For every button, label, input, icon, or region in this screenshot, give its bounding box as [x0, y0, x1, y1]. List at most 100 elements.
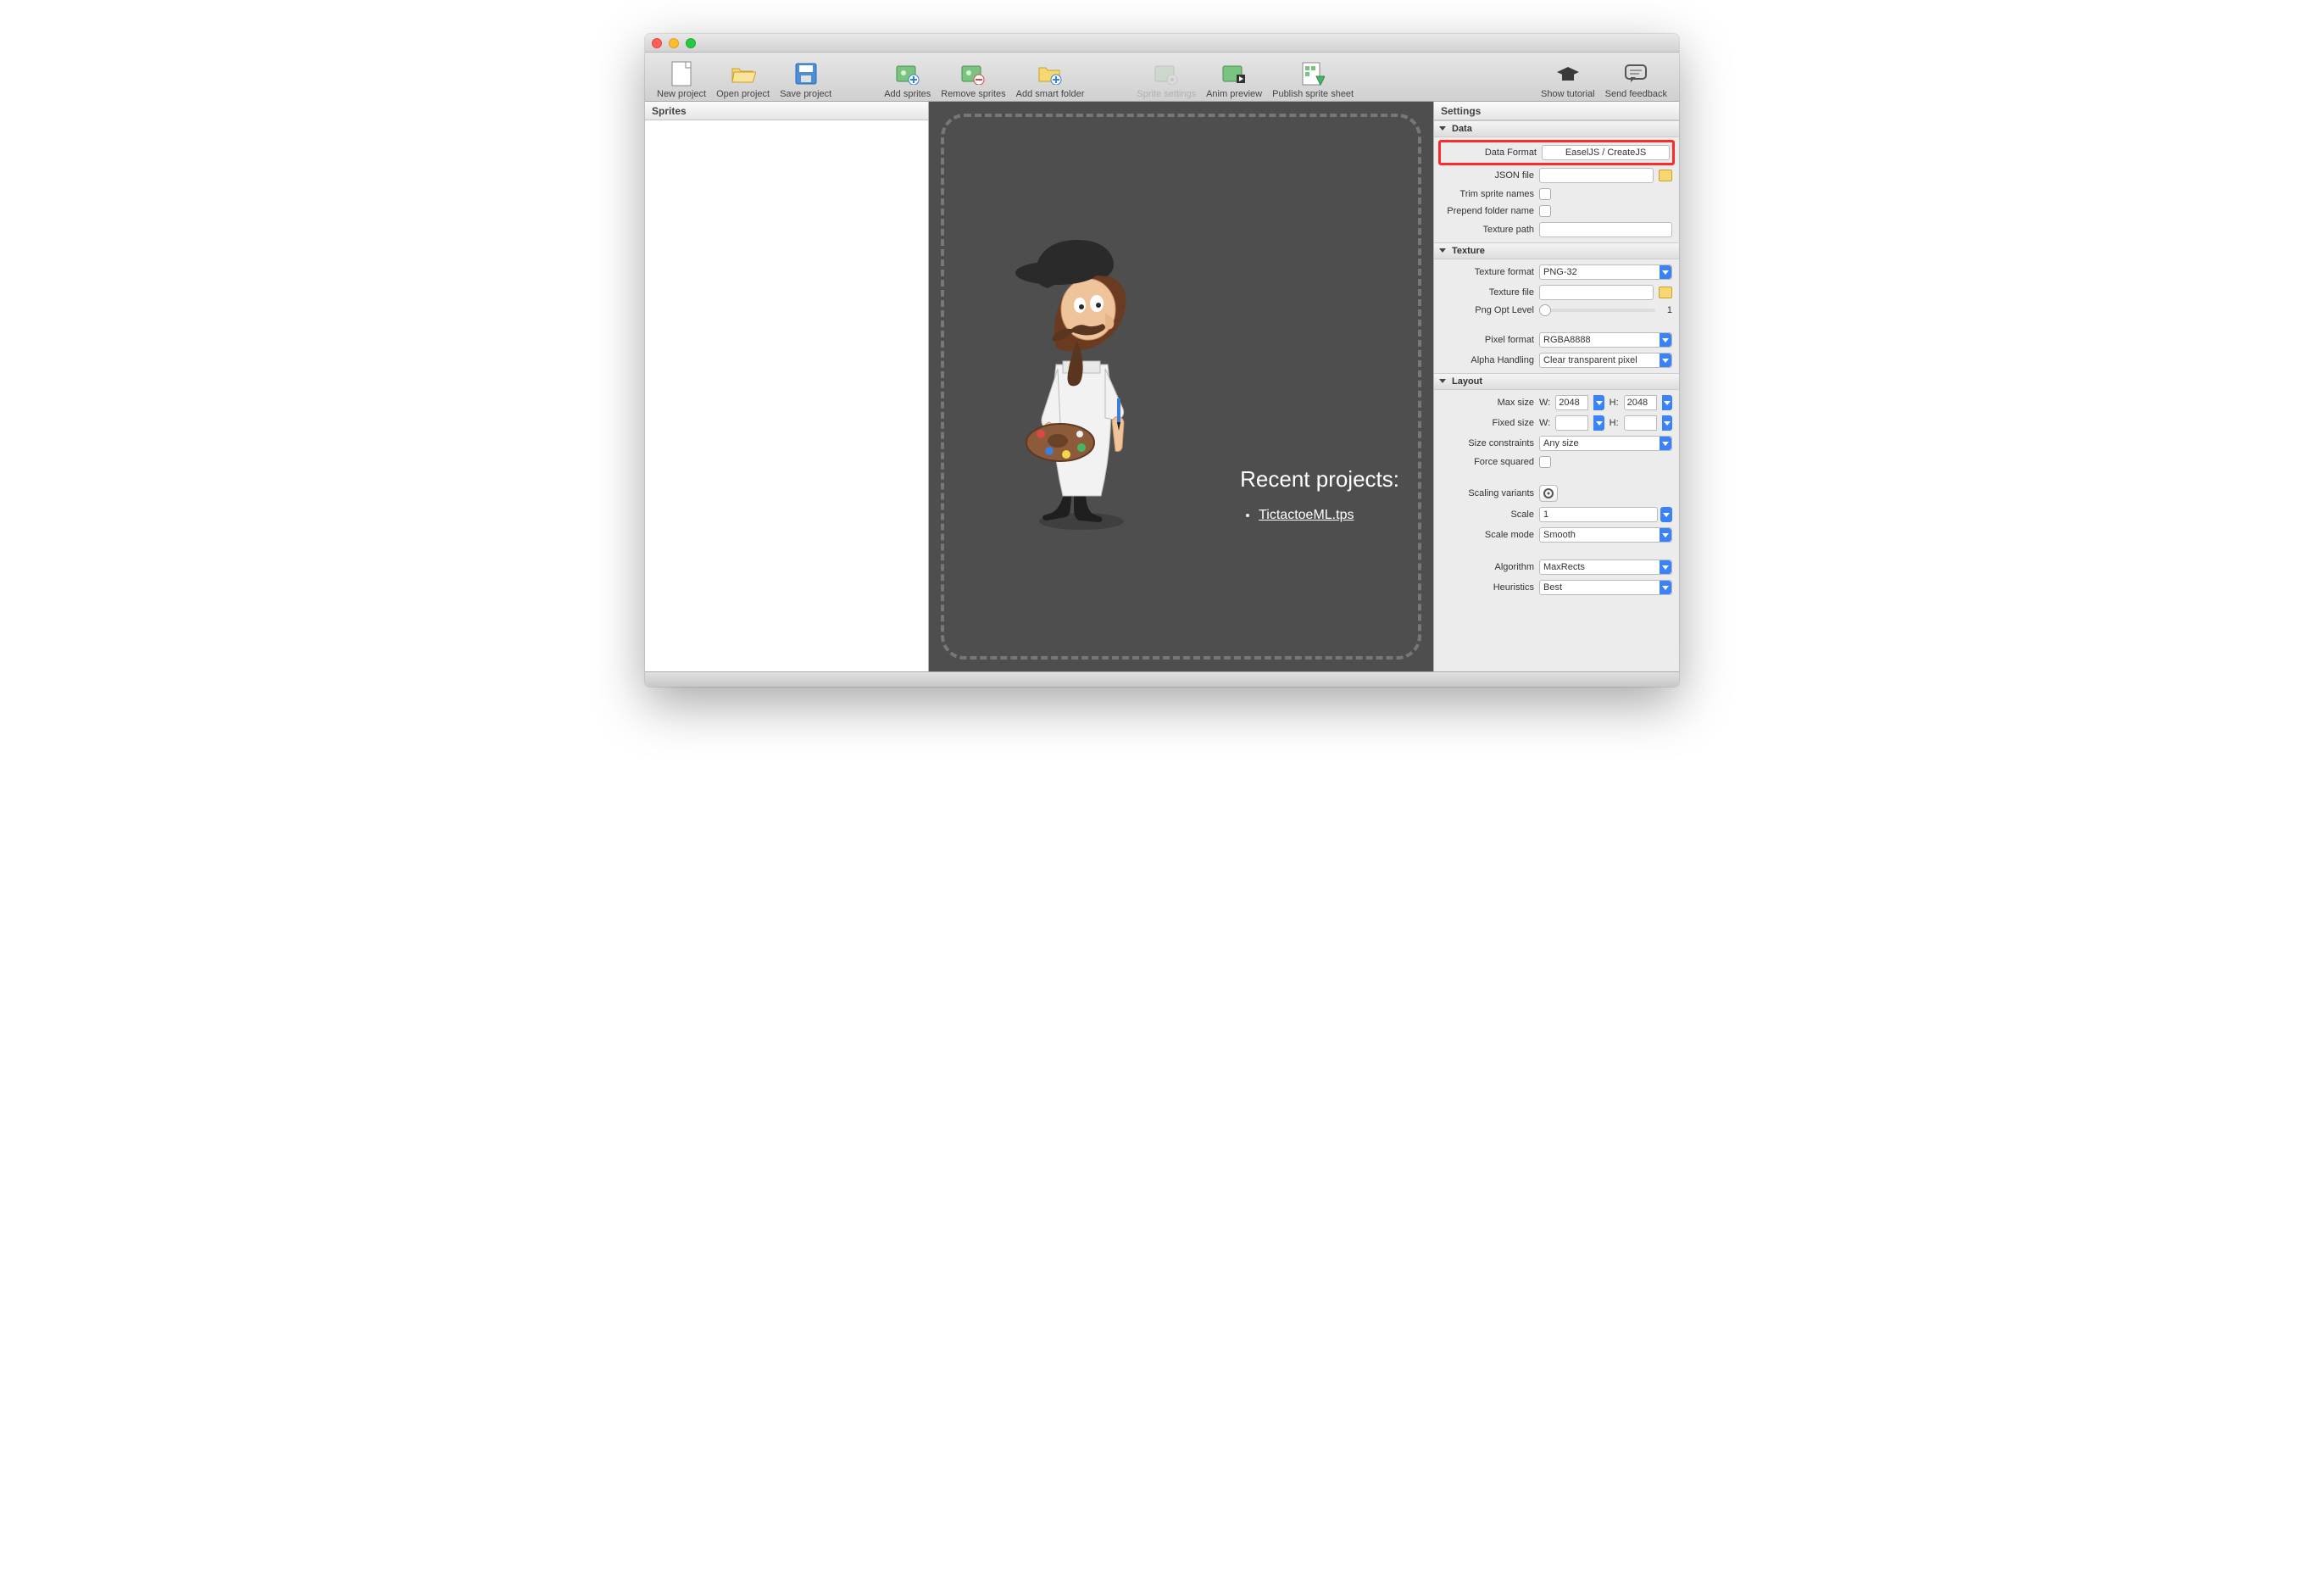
- chevron-down-icon: [1439, 248, 1446, 253]
- scale-mode-select[interactable]: Smooth: [1539, 527, 1672, 543]
- scale-mode-label: Scale mode: [1441, 530, 1534, 540]
- sprite-settings-icon: [1153, 60, 1180, 87]
- max-size-label: Max size: [1441, 398, 1534, 408]
- max-width-input[interactable]: 2048: [1555, 395, 1588, 410]
- folder-icon[interactable]: [1659, 170, 1672, 181]
- fixed-width-input[interactable]: [1555, 415, 1588, 431]
- sprites-list[interactable]: [645, 120, 928, 671]
- titlebar: [645, 34, 1679, 53]
- app-window: New project Open project Save project Ad…: [645, 34, 1679, 687]
- save-icon: [792, 60, 820, 87]
- toolbar-label: Open project: [716, 89, 770, 99]
- chevron-down-icon: [1439, 126, 1446, 131]
- anim-preview-icon: [1220, 60, 1248, 87]
- json-file-label: JSON file: [1441, 170, 1534, 181]
- png-opt-value: 1: [1660, 305, 1672, 315]
- toolbar-label: Add sprites: [884, 89, 931, 99]
- gear-icon: [1543, 488, 1554, 498]
- prepend-folder-label: Prepend folder name: [1441, 206, 1534, 216]
- publish-button[interactable]: Publish sprite sheet: [1267, 60, 1359, 99]
- toolbar-label: Show tutorial: [1541, 89, 1595, 99]
- pixel-format-select[interactable]: RGBA8888: [1539, 332, 1672, 348]
- heuristics-select[interactable]: Best: [1539, 580, 1672, 595]
- scale-stepper[interactable]: [1660, 507, 1672, 522]
- smart-folder-icon: [1037, 60, 1064, 87]
- folder-open-icon: [730, 60, 757, 87]
- scaling-variants-label: Scaling variants: [1441, 488, 1534, 498]
- max-height-input[interactable]: 2048: [1624, 395, 1657, 410]
- max-width-stepper[interactable]: [1593, 395, 1604, 410]
- fixed-size-label: Fixed size: [1441, 418, 1534, 428]
- png-opt-slider[interactable]: [1539, 309, 1655, 312]
- size-constraints-label: Size constraints: [1441, 438, 1534, 448]
- toolbar: New project Open project Save project Ad…: [645, 53, 1679, 102]
- png-opt-label: Png Opt Level: [1441, 305, 1534, 315]
- toolbar-label: Sprite settings: [1137, 89, 1196, 99]
- tutorial-icon: [1554, 60, 1582, 87]
- save-project-button[interactable]: Save project: [775, 60, 837, 99]
- texture-format-select[interactable]: PNG-32: [1539, 264, 1672, 280]
- add-sprites-button[interactable]: Add sprites: [879, 60, 936, 99]
- alpha-handling-label: Alpha Handling: [1441, 355, 1534, 365]
- sprite-settings-button: Sprite settings: [1131, 60, 1201, 99]
- add-smart-folder-button[interactable]: Add smart folder: [1011, 60, 1090, 99]
- algorithm-label: Algorithm: [1441, 562, 1534, 572]
- recent-projects: Recent projects: TictactoeML.tps: [1240, 466, 1399, 523]
- chevron-down-icon: [1439, 379, 1446, 383]
- section-data[interactable]: Data: [1434, 120, 1679, 137]
- fixed-height-stepper[interactable]: [1662, 415, 1672, 431]
- remove-sprites-button[interactable]: Remove sprites: [936, 60, 1010, 99]
- trim-names-checkbox[interactable]: [1539, 188, 1551, 200]
- scale-input[interactable]: 1: [1539, 507, 1658, 522]
- pixel-format-label: Pixel format: [1441, 335, 1534, 345]
- force-squared-label: Force squared: [1441, 457, 1534, 467]
- canvas-area[interactable]: Recent projects: TictactoeML.tps: [929, 102, 1433, 671]
- show-tutorial-button[interactable]: Show tutorial: [1536, 60, 1600, 99]
- max-height-stepper[interactable]: [1662, 395, 1672, 410]
- anim-preview-button[interactable]: Anim preview: [1201, 60, 1267, 99]
- sprites-panel: Sprites: [645, 102, 929, 671]
- folder-icon[interactable]: [1659, 287, 1672, 298]
- scaling-variants-button[interactable]: [1539, 485, 1558, 502]
- toolbar-label: Send feedback: [1605, 89, 1667, 99]
- settings-panel: Settings Data Data Format EaselJS / Crea…: [1433, 102, 1679, 671]
- alpha-handling-select[interactable]: Clear transparent pixel: [1539, 353, 1672, 368]
- texture-path-input[interactable]: [1539, 222, 1672, 237]
- open-project-button[interactable]: Open project: [711, 60, 775, 99]
- toolbar-label: Anim preview: [1206, 89, 1262, 99]
- publish-icon: [1299, 60, 1326, 87]
- fixed-height-input[interactable]: [1624, 415, 1657, 431]
- force-squared-checkbox[interactable]: [1539, 456, 1551, 468]
- algorithm-select[interactable]: MaxRects: [1539, 560, 1672, 575]
- texture-format-label: Texture format: [1441, 267, 1534, 277]
- texture-file-input[interactable]: [1539, 285, 1654, 300]
- status-bar: [645, 671, 1679, 687]
- texture-file-label: Texture file: [1441, 287, 1534, 298]
- toolbar-label: New project: [657, 89, 706, 99]
- toolbar-label: Add smart folder: [1016, 89, 1085, 99]
- section-layout[interactable]: Layout: [1434, 373, 1679, 390]
- feedback-icon: [1622, 60, 1649, 87]
- close-icon[interactable]: [652, 38, 662, 48]
- zoom-icon[interactable]: [686, 38, 696, 48]
- scale-label: Scale: [1441, 509, 1534, 520]
- new-project-button[interactable]: New project: [652, 60, 711, 99]
- send-feedback-button[interactable]: Send feedback: [1600, 60, 1672, 99]
- json-file-input[interactable]: [1539, 168, 1654, 183]
- heuristics-label: Heuristics: [1441, 582, 1534, 593]
- sprites-panel-title: Sprites: [645, 102, 928, 120]
- size-constraints-select[interactable]: Any size: [1539, 436, 1672, 451]
- section-texture[interactable]: Texture: [1434, 242, 1679, 259]
- fixed-width-stepper[interactable]: [1593, 415, 1604, 431]
- prepend-folder-checkbox[interactable]: [1539, 205, 1551, 217]
- texture-path-label: Texture path: [1441, 225, 1534, 235]
- settings-panel-title: Settings: [1434, 102, 1679, 120]
- data-format-select[interactable]: EaselJS / CreateJS: [1542, 145, 1670, 160]
- file-icon: [668, 60, 695, 87]
- remove-sprite-icon: [959, 60, 987, 87]
- trim-names-label: Trim sprite names: [1441, 189, 1534, 199]
- minimize-icon[interactable]: [669, 38, 679, 48]
- toolbar-label: Publish sprite sheet: [1272, 89, 1354, 99]
- recent-project-link[interactable]: TictactoeML.tps: [1259, 508, 1354, 522]
- data-format-label: Data Format: [1443, 148, 1537, 158]
